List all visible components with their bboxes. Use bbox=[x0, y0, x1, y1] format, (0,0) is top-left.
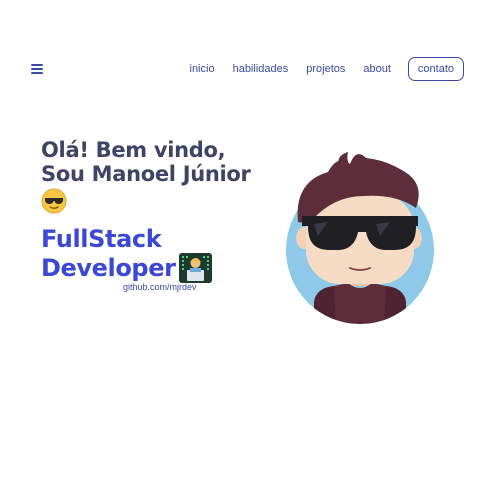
nav-link-projetos[interactable]: projetos bbox=[306, 63, 345, 75]
nav-links: inicio habilidades projetos about contat… bbox=[190, 56, 464, 82]
navbar: inicio habilidades projetos about contat… bbox=[0, 56, 500, 82]
role-heading: FullStack Developer bbox=[41, 225, 281, 283]
github-link[interactable]: github.com/mjrdev bbox=[123, 282, 197, 292]
nav-link-habilidades[interactable]: habilidades bbox=[233, 63, 289, 75]
greeting-line-1: Olá! Bem vindo, bbox=[41, 138, 226, 162]
role-line-2-wrapper: Developer bbox=[41, 253, 281, 283]
role-line-1: FullStack bbox=[41, 225, 162, 253]
nav-link-inicio[interactable]: inicio bbox=[190, 63, 215, 75]
sunglasses-face-icon bbox=[41, 188, 67, 214]
nav-link-about[interactable]: about bbox=[363, 63, 391, 75]
greeting-heading: Olá! Bem vindo, Sou Manoel Júnior bbox=[41, 138, 281, 186]
hero-section: Olá! Bem vindo, Sou Manoel Júnior FullSt… bbox=[41, 138, 281, 283]
role-line-2: Developer bbox=[41, 254, 176, 282]
greeting-line-2: Sou Manoel Júnior bbox=[41, 162, 251, 186]
developer-avatar-illustration bbox=[284, 152, 440, 332]
technologist-icon bbox=[178, 253, 212, 283]
hamburger-menu-icon[interactable] bbox=[31, 64, 43, 74]
contato-button[interactable]: contato bbox=[407, 57, 464, 81]
